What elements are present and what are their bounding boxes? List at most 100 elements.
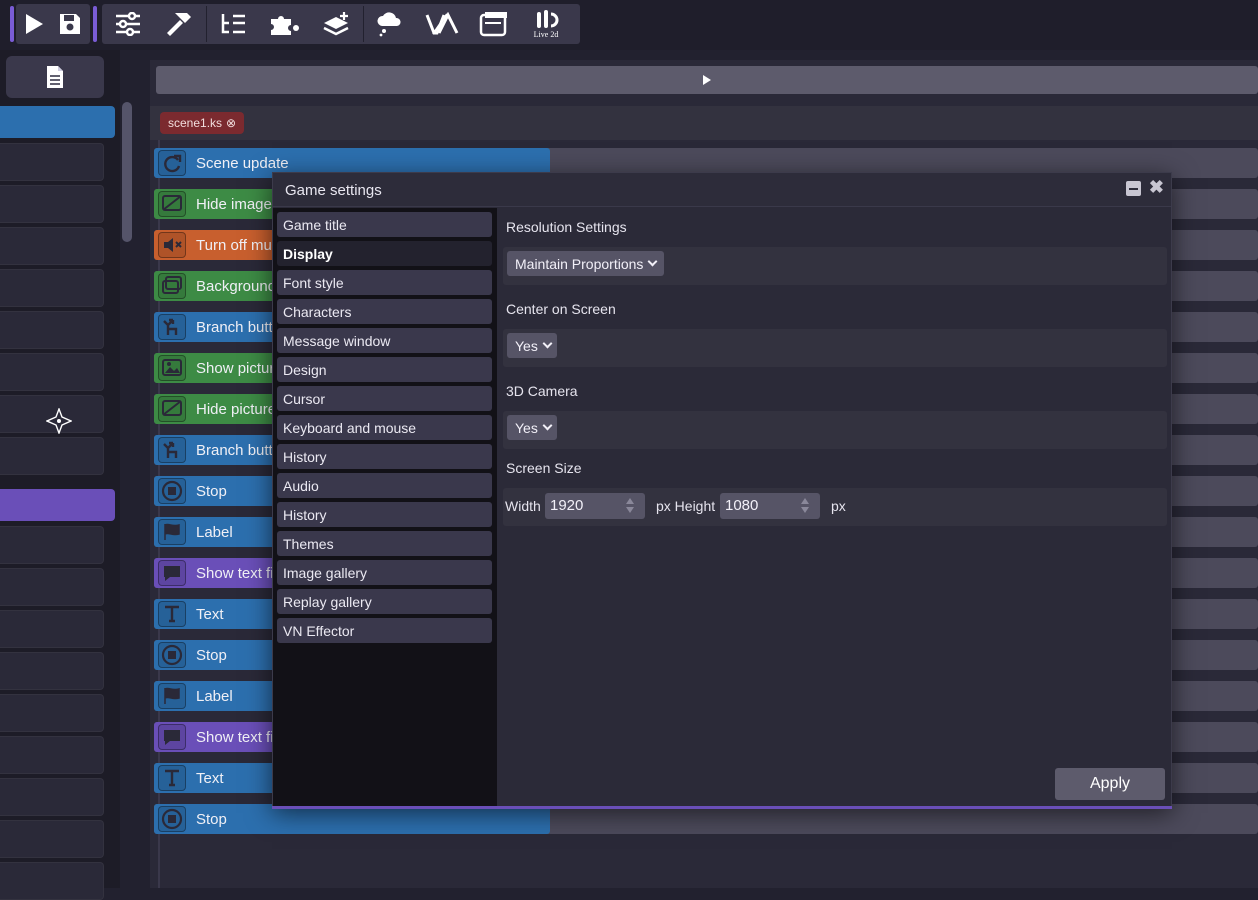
left-list-item[interactable] <box>0 437 104 475</box>
background-icon <box>158 273 186 299</box>
left-list-item[interactable] <box>0 185 104 223</box>
command-label: Background <box>196 277 277 295</box>
toolbar-group-run <box>16 4 90 44</box>
nav-item-design[interactable]: Design <box>277 357 492 382</box>
resolution-select[interactable]: Maintain Proportions <box>507 251 665 276</box>
close-icon[interactable]: ✖ <box>1149 178 1164 196</box>
hammer-icon <box>167 13 191 36</box>
command-label: Label <box>196 523 233 541</box>
plugins-button[interactable] <box>259 4 311 44</box>
nav-item-audio[interactable]: Audio <box>277 473 492 498</box>
spinner-icon[interactable] <box>801 498 810 514</box>
tab-strip <box>150 106 1258 140</box>
left-list-item[interactable] <box>0 820 104 858</box>
apply-button[interactable]: Apply <box>1055 768 1165 800</box>
move-cursor-icon <box>46 408 72 434</box>
nav-item-vn-effector[interactable]: VN Effector <box>277 618 492 643</box>
voice-button[interactable] <box>416 4 468 44</box>
nav-item-characters[interactable]: Characters <box>277 299 492 324</box>
outline-button[interactable] <box>207 4 259 44</box>
height-input[interactable]: 1080 <box>720 493 820 519</box>
weather-button[interactable] <box>364 4 416 44</box>
toolbar-group-tools: Live 2d <box>102 4 580 44</box>
nav-item-game-title[interactable]: Game title <box>277 212 492 237</box>
command-label: Label <box>196 687 233 705</box>
live2d-button[interactable]: Live 2d <box>520 4 572 44</box>
left-section-header[interactable] <box>0 489 115 521</box>
nav-item-history[interactable]: History <box>277 444 492 469</box>
center-select[interactable]: Yes <box>507 333 557 358</box>
nav-item-cursor[interactable]: Cursor <box>277 386 492 411</box>
command-label: Hide picture <box>196 400 277 418</box>
command-label: Stop <box>196 810 227 828</box>
stop-icon <box>158 642 186 668</box>
branch-icon <box>158 437 186 463</box>
height-value: 1080 <box>725 497 759 514</box>
dialog-header[interactable]: Game settings ✖ <box>273 173 1171 207</box>
width-label: Width <box>505 498 541 514</box>
play-button[interactable] <box>16 4 52 44</box>
window-button[interactable] <box>468 4 520 44</box>
settings-nav: Game title Display Font style Characters Mes… <box>273 208 497 807</box>
left-list-item[interactable] <box>0 778 104 816</box>
branch-icon <box>158 314 186 340</box>
px-unit-label: px <box>831 498 846 514</box>
left-list-item[interactable] <box>0 652 104 690</box>
spinner-icon[interactable] <box>626 498 635 514</box>
left-list-item[interactable] <box>0 526 104 564</box>
left-list-item[interactable] <box>0 143 104 181</box>
speech-icon <box>158 724 186 750</box>
close-icon[interactable]: ⊗ <box>226 116 236 130</box>
resolution-row: Maintain Proportions <box>503 247 1167 285</box>
refresh-icon <box>158 150 186 176</box>
left-scrollbar[interactable] <box>122 102 132 242</box>
toolbar-divider <box>10 6 14 42</box>
left-list-item[interactable] <box>0 862 104 900</box>
dialog-bottom-accent <box>272 806 1172 809</box>
left-list-item[interactable] <box>0 227 104 265</box>
camera-select[interactable]: Yes <box>507 415 557 440</box>
tab-scene1[interactable]: scene1.ks ⊗ <box>160 112 245 134</box>
width-input[interactable]: 1920 <box>545 493 645 519</box>
sliders-icon <box>116 12 140 36</box>
left-list-item[interactable] <box>0 610 104 648</box>
nav-item-keyboard-and-mouse[interactable]: Keyboard and mouse <box>277 415 492 440</box>
nav-item-image-gallery[interactable]: Image gallery <box>277 560 492 585</box>
height-label: px Height <box>656 498 716 514</box>
build-button[interactable] <box>154 4 206 44</box>
live2d-label: Live 2d <box>533 29 559 39</box>
nav-item-themes[interactable]: Themes <box>277 531 492 556</box>
run-scene-button[interactable] <box>156 66 1258 94</box>
save-button[interactable] <box>52 4 88 44</box>
document-button[interactable] <box>6 56 104 98</box>
left-list-item[interactable] <box>0 568 104 606</box>
left-list-item[interactable] <box>0 353 104 391</box>
command-label: Stop <box>196 646 227 664</box>
stop-icon <box>158 478 186 504</box>
layers-button[interactable] <box>311 4 363 44</box>
nav-item-history[interactable]: History <box>277 502 492 527</box>
width-value: 1920 <box>550 497 584 514</box>
live2d-icon <box>537 9 559 28</box>
toolbar-divider <box>93 6 97 42</box>
camera-row: Yes <box>503 411 1167 449</box>
game-settings-dialog: Game settings ✖ Game title Display Font st… <box>272 172 1172 807</box>
left-list-item[interactable] <box>0 736 104 774</box>
screen-size-label: Screen Size <box>506 460 582 476</box>
left-list-item[interactable] <box>0 269 104 307</box>
chevron-down-icon <box>542 420 553 431</box>
command-label: Stop <box>196 482 227 500</box>
nav-item-replay-gallery[interactable]: Replay gallery <box>277 589 492 614</box>
camera-value: Yes <box>515 419 538 436</box>
flag-icon <box>158 519 186 545</box>
nav-item-message-window[interactable]: Message window <box>277 328 492 353</box>
left-list-item[interactable] <box>0 311 104 349</box>
stop-icon <box>158 806 186 832</box>
minimize-icon[interactable] <box>1126 181 1141 196</box>
settings-button[interactable] <box>102 4 154 44</box>
nav-item-font-style[interactable]: Font style <box>277 270 492 295</box>
window-icon <box>479 12 507 37</box>
left-section-header[interactable] <box>0 106 115 138</box>
nav-item-display[interactable]: Display <box>277 241 492 266</box>
left-list-item[interactable] <box>0 694 104 732</box>
